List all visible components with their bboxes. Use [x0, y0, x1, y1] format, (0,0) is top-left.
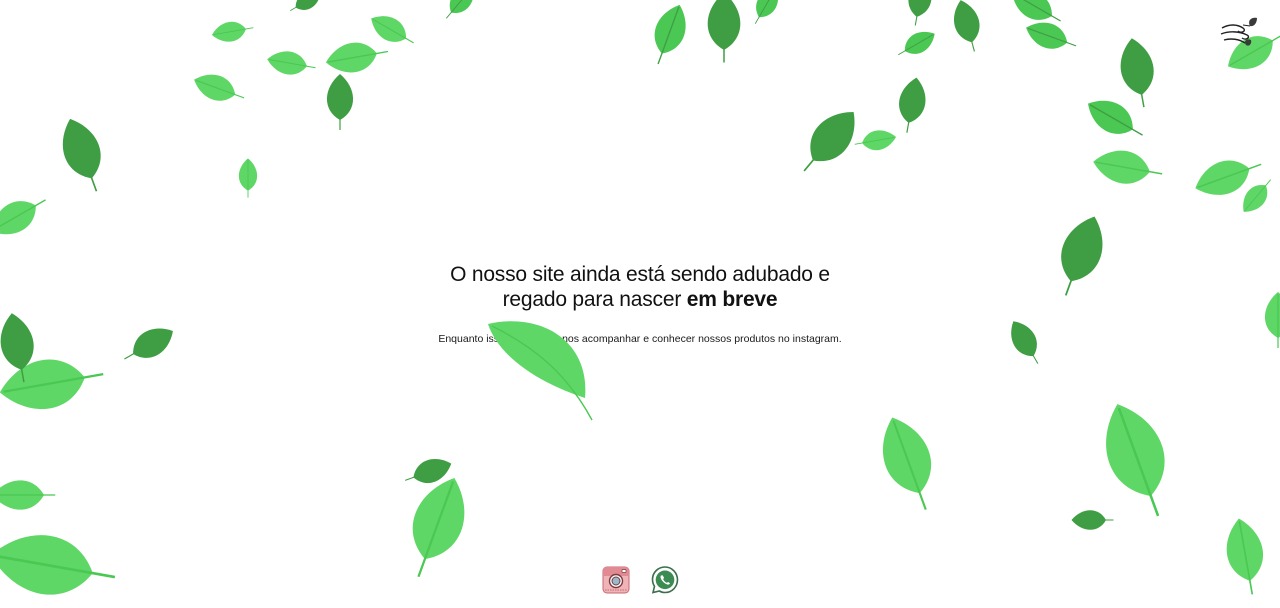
leaf-decoration: [326, 74, 354, 131]
leaf-decoration: [0, 199, 46, 235]
leaf-decoration: [62, 118, 101, 192]
leaf-decoration: [854, 130, 897, 151]
leaf-decoration: [898, 31, 935, 56]
leaf-decoration: [953, 0, 980, 52]
headline: O nosso site ainda está sendo adubado e …: [0, 262, 1280, 312]
leaf-decoration: [405, 459, 452, 483]
leaf-decoration: [267, 51, 316, 75]
leaf-decoration: [908, 0, 932, 26]
leaf-decoration: [1195, 160, 1262, 195]
whatsapp-icon: [651, 566, 679, 594]
leaf-decoration: [1026, 22, 1077, 49]
leaf-decoration: [371, 16, 414, 44]
leaf-decoration: [1087, 100, 1143, 136]
subtext: Enquanto isso, você pode nos acompanhar …: [438, 333, 842, 345]
leaf-decoration: [325, 42, 389, 73]
leaf-decoration: [803, 111, 855, 172]
headline-line-2: regado para nascer: [502, 288, 687, 311]
headline-emphasis: em breve: [686, 288, 778, 311]
leaf-decoration: [0, 359, 104, 409]
leaf-decoration: [707, 0, 741, 63]
coming-soon-message: O nosso site ainda está sendo adubado e …: [0, 262, 1280, 345]
leaf-decoration: [211, 21, 254, 42]
leaf-decoration: [0, 480, 56, 510]
leaf-decoration: [1093, 150, 1163, 184]
leaf-decoration: [1012, 0, 1061, 22]
leaf-decoration: [883, 417, 932, 510]
leaf-decoration: [899, 77, 926, 133]
leaf-decoration: [1243, 179, 1272, 212]
social-links: [601, 565, 680, 595]
leaf-decoration: [194, 74, 245, 101]
leaf-decoration: [1120, 38, 1154, 108]
whatsapp-link[interactable]: [650, 565, 680, 595]
headline-line-1: O nosso site ainda está sendo adubado e: [450, 263, 830, 286]
leaf-decoration: [445, 0, 474, 19]
instagram-icon: [602, 566, 630, 594]
leaf-decoration: [1226, 518, 1264, 595]
leaf-decoration: [290, 0, 321, 11]
wind-leaves-logo-icon[interactable]: [1219, 16, 1259, 52]
leaf-decoration: [754, 0, 779, 24]
leaf-decoration: [654, 4, 686, 65]
leaf-decoration: [238, 158, 258, 198]
instagram-link[interactable]: [601, 565, 631, 595]
leaf-decoration: [1071, 510, 1114, 530]
leaf-decoration: [0, 535, 116, 595]
leaf-decoration: [412, 478, 465, 578]
leaf-decoration: [1106, 404, 1165, 517]
